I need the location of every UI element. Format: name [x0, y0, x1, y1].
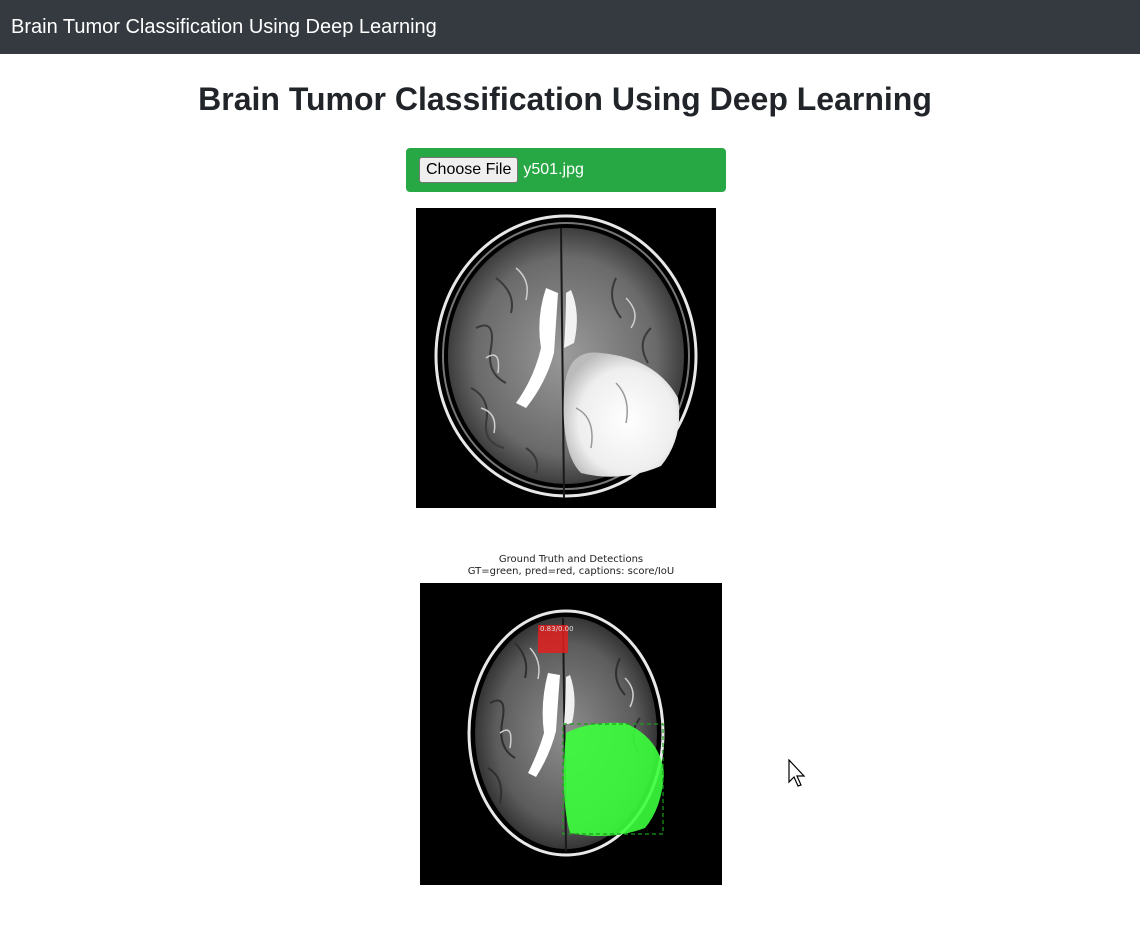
mouse-pointer-icon	[788, 758, 808, 794]
page-title: Brain Tumor Classification Using Deep Le…	[198, 81, 932, 117]
uploaded-mri-image	[416, 208, 716, 508]
top-navbar: Brain Tumor Classification Using Deep Le…	[0, 0, 1140, 54]
file-upload-panel: Choose File y501.jpg	[406, 148, 726, 192]
figure-title: Ground Truth and Detections	[498, 554, 644, 565]
ground-truth-mask	[563, 722, 664, 837]
detection-score-caption: 0.83/0.00	[540, 625, 574, 633]
choose-file-button[interactable]: Choose File	[419, 157, 519, 183]
navbar-brand[interactable]: Brain Tumor Classification Using Deep Le…	[11, 16, 437, 39]
detection-result-figure: Ground Truth and Detections GT=green, pr…	[416, 550, 726, 886]
detection-image: 0.83/0.00	[420, 583, 722, 885]
figure-subtitle: GT=green, pred=red, captions: score/IoU	[467, 566, 675, 577]
selected-file-name: y501.jpg	[523, 161, 584, 178]
